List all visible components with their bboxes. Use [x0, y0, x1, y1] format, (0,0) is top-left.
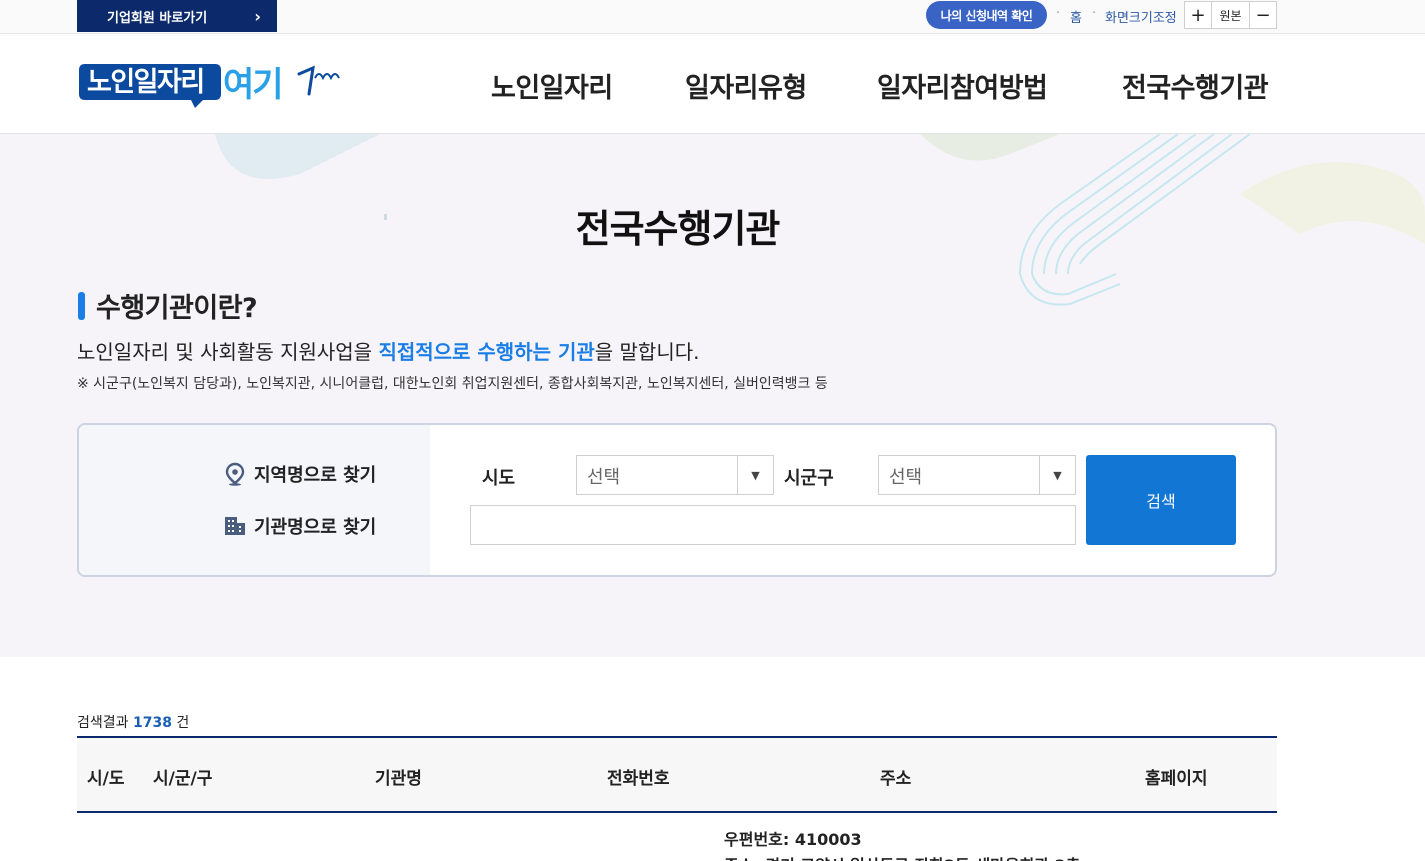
sigungu-select[interactable]: 선택 ▼ [878, 455, 1076, 495]
tab-search-by-region[interactable]: 지역명으로 찾기 [224, 461, 376, 487]
caret-down-icon: ▼ [1039, 456, 1075, 494]
nav-job-types[interactable]: 일자리유형 [685, 66, 807, 105]
org-name-input[interactable] [470, 505, 1076, 545]
sido-selected-value: 선택 [587, 467, 621, 488]
tab-org-label: 기관명으로 찾기 [254, 517, 377, 538]
result-count-prefix: 검색결과 [77, 715, 133, 731]
sido-label: 시도 [482, 468, 516, 489]
column-address: 주소 [880, 769, 912, 789]
row-address: 주소: 경기 고양시 일산동구 장항2동 새마을회관 2층 [724, 852, 1081, 861]
column-sido: 시/도 [87, 769, 125, 789]
search-mode-panel: 지역명으로 찾기 기관명으로 찾기 [79, 425, 430, 575]
location-pin-icon [225, 462, 245, 486]
column-org-name: 기관명 [375, 769, 422, 789]
result-count-suffix: 건 [171, 715, 190, 731]
separator-dot: · [1092, 6, 1097, 21]
results-table-header: 시/도 시/군/구 기관명 전화번호 주소 홈페이지 [77, 736, 1277, 813]
description-highlight: 직접적으로 수행하는 기관 [378, 340, 595, 364]
column-homepage: 홈페이지 [1145, 769, 1208, 789]
page-title: 전국수행기관 [575, 207, 781, 251]
description-suffix: 을 말합니다. [594, 340, 700, 364]
svg-text:노인일자리: 노인일자리 [87, 67, 204, 98]
corporate-member-label: 기업회원 바로가기 [107, 10, 208, 26]
zoom-reset-button[interactable]: 원본 [1211, 1, 1250, 29]
agency-note: ※ 시군구(노인복지 담당과), 노인복지관, 시니어클럽, 대한노인회 취업지… [77, 376, 828, 392]
separator-dot: · [1056, 6, 1061, 21]
column-phone: 전화번호 [607, 769, 670, 789]
site-logo[interactable]: 노인일자리 여기 [77, 60, 347, 110]
sido-select[interactable]: 선택 ▼ [576, 455, 774, 495]
sigungu-selected-value: 선택 [889, 467, 923, 488]
nav-participation[interactable]: 일자리참여방법 [877, 66, 1048, 105]
description-prefix: 노인일자리 및 사회활동 지원사업을 [77, 340, 379, 364]
site-header: 노인일자리 여기 노인일자리 일자리유형 일자리참여방법 전국수행기관 [0, 34, 1425, 134]
zoom-in-button[interactable]: + [1184, 1, 1212, 29]
apply-history-button[interactable]: 나의 신청내역 확인 [926, 1, 1047, 29]
zoom-out-button[interactable]: − [1249, 1, 1277, 29]
corporate-member-link[interactable]: 기업회원 바로가기 › [77, 0, 277, 32]
search-button[interactable]: 검색 [1086, 455, 1236, 545]
building-icon [225, 517, 245, 535]
result-count-number: 1738 [132, 715, 172, 731]
search-panel: 지역명으로 찾기 기관명으로 찾기 시도 선택 ▼ 시군구 선택 ▼ 검색 [77, 423, 1277, 577]
result-count: 검색결과 1738 건 [77, 712, 189, 732]
hero-section: 전국수행기관 수행기관이란? 노인일자리 및 사회활동 지원사업을 직접적으로 … [0, 134, 1425, 657]
nav-senior-jobs[interactable]: 노인일자리 [491, 66, 613, 105]
nav-agencies[interactable]: 전국수행기관 [1122, 66, 1269, 105]
svg-text:여기: 여기 [223, 65, 282, 105]
tab-region-label: 지역명으로 찾기 [254, 465, 377, 486]
utility-bar: 기업회원 바로가기 › 나의 신청내역 확인 · 홈 · 화면크기조정 + 원본… [0, 0, 1425, 34]
chevron-right-icon: › [254, 7, 261, 26]
screen-size-label: 화면크기조정 [1105, 11, 1177, 26]
agency-description: 노인일자리 및 사회활동 지원사업을 직접적으로 수행하는 기관을 말합니다. [77, 336, 699, 365]
section-accent-bar [78, 292, 85, 320]
tab-search-by-org[interactable]: 기관명으로 찾기 [224, 513, 376, 539]
sigungu-label: 시군구 [784, 468, 834, 489]
caret-down-icon: ▼ [737, 456, 773, 494]
home-link[interactable]: 홈 [1070, 7, 1082, 26]
logo-graphic: 노인일자리 여기 [79, 64, 340, 108]
section-title: 수행기관이란? [96, 293, 258, 324]
column-sigungu: 시/군/구 [153, 769, 213, 789]
row-postal-code: 우편번호: 410003 [724, 830, 862, 849]
